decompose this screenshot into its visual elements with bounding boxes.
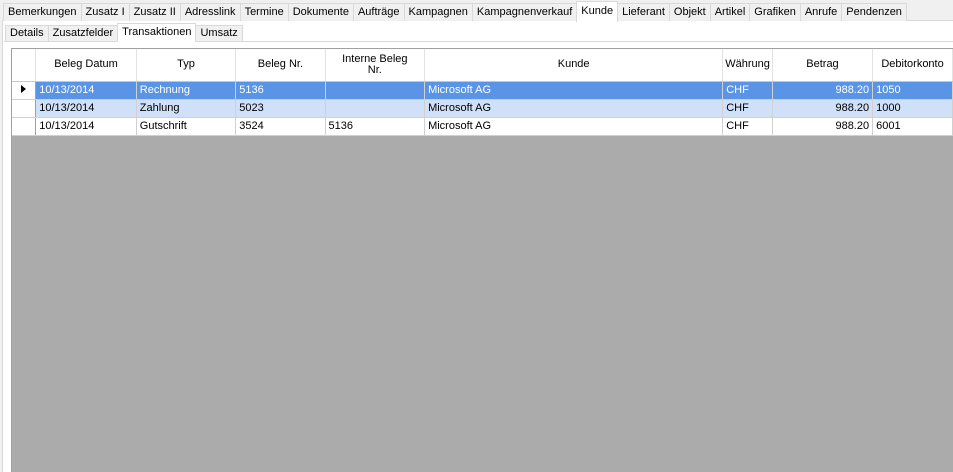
tab-kunde[interactable]: Kunde [576, 1, 619, 22]
cell-typ[interactable]: Rechnung [136, 81, 237, 100]
tab-details[interactable]: Details [5, 25, 49, 41]
cell-betrag[interactable]: 988.20 [772, 81, 874, 100]
cell-typ[interactable]: Gutschrift [136, 117, 237, 136]
tab-objekt[interactable]: Objekt [668, 3, 711, 21]
row-header-corner [12, 49, 37, 82]
tab-kampagnenverkauf[interactable]: Kampagnenverkauf [471, 3, 578, 21]
cell-waehrung[interactable]: CHF [722, 99, 773, 118]
column-header-typ[interactable]: Typ [136, 49, 237, 82]
transactions-grid[interactable]: Beleg Datum Typ Beleg Nr. Interne Beleg … [11, 48, 953, 472]
cell-waehrung[interactable]: CHF [722, 117, 773, 136]
cell-debitorkonto[interactable]: 6001 [872, 117, 953, 136]
column-header-beleg-nr[interactable]: Beleg Nr. [235, 49, 326, 82]
tab-zusatz-2[interactable]: Zusatz II [128, 3, 181, 21]
table-row[interactable]: 10/13/2014 Rechnung 5136 Microsoft AG CH… [12, 81, 953, 100]
row-header[interactable] [12, 99, 37, 118]
tab-pendenzen[interactable]: Pendenzen [841, 3, 907, 21]
tab-kampagnen[interactable]: Kampagnen [403, 3, 473, 21]
tab-zusatzfelder[interactable]: Zusatzfelder [47, 25, 119, 41]
tab-anrufe[interactable]: Anrufe [799, 3, 843, 21]
tab-umsatz[interactable]: Umsatz [195, 25, 243, 41]
column-header-waehrung[interactable]: Währung [722, 49, 773, 82]
cell-waehrung[interactable]: CHF [722, 81, 773, 100]
cell-beleg-nr[interactable]: 5023 [235, 99, 326, 118]
table-row[interactable]: 10/13/2014 Gutschrift 3524 5136 Microsof… [12, 117, 953, 136]
row-header[interactable] [12, 117, 37, 136]
cell-debitorkonto[interactable]: 1000 [872, 99, 953, 118]
tab-artikel[interactable]: Artikel [709, 3, 751, 21]
cell-beleg-datum[interactable]: 10/13/2014 [35, 99, 137, 118]
cell-beleg-nr[interactable]: 3524 [235, 117, 326, 136]
sub-tab-bar: Details Zusatzfelder Transaktionen Umsat… [5, 23, 243, 42]
column-header-debitorkonto[interactable]: Debitorkonto [872, 49, 953, 82]
cell-beleg-datum[interactable]: 10/13/2014 [35, 117, 137, 136]
tab-dokumente[interactable]: Dokumente [287, 3, 354, 21]
column-header-kunde[interactable]: Kunde [424, 49, 724, 82]
tab-bemerkungen[interactable]: Bemerkungen [3, 3, 82, 21]
cell-debitorkonto[interactable]: 1050 [872, 81, 953, 100]
transactions-table: Beleg Datum Typ Beleg Nr. Interne Beleg … [12, 49, 953, 136]
column-header-interne-beleg-nr[interactable]: Interne Beleg Nr. [325, 49, 426, 82]
cell-kunde[interactable]: Microsoft AG [424, 117, 724, 136]
tab-lieferant[interactable]: Lieferant [617, 3, 670, 21]
cell-betrag[interactable]: 988.20 [772, 117, 874, 136]
cell-interne-beleg-nr[interactable]: 5136 [325, 117, 426, 136]
top-tab-bar: Bemerkungen Zusatz I Zusatz II Adresslin… [3, 1, 907, 22]
cell-betrag[interactable]: 988.20 [772, 99, 874, 118]
header-row: Beleg Datum Typ Beleg Nr. Interne Beleg … [12, 49, 953, 82]
tab-zusatz-1[interactable]: Zusatz I [80, 3, 130, 21]
tab-adresslink[interactable]: Adresslink [179, 3, 241, 21]
column-header-betrag[interactable]: Betrag [772, 49, 874, 82]
cell-beleg-nr[interactable]: 5136 [235, 81, 326, 100]
column-header-beleg-datum[interactable]: Beleg Datum [35, 49, 137, 82]
tab-transaktionen[interactable]: Transaktionen [117, 23, 197, 42]
cell-interne-beleg-nr[interactable] [325, 99, 426, 118]
current-row-arrow-icon [21, 85, 27, 93]
table-row[interactable]: 10/13/2014 Zahlung 5023 Microsoft AG CHF… [12, 99, 953, 118]
cell-interne-beleg-nr[interactable] [325, 81, 426, 100]
cell-kunde[interactable]: Microsoft AG [424, 81, 724, 100]
cell-kunde[interactable]: Microsoft AG [424, 99, 724, 118]
tab-termine[interactable]: Termine [239, 3, 289, 21]
row-header[interactable] [12, 81, 37, 100]
cell-beleg-datum[interactable]: 10/13/2014 [35, 81, 137, 100]
cell-typ[interactable]: Zahlung [136, 99, 237, 118]
tab-grafiken[interactable]: Grafiken [749, 3, 801, 21]
tab-auftraege[interactable]: Aufträge [352, 3, 405, 21]
